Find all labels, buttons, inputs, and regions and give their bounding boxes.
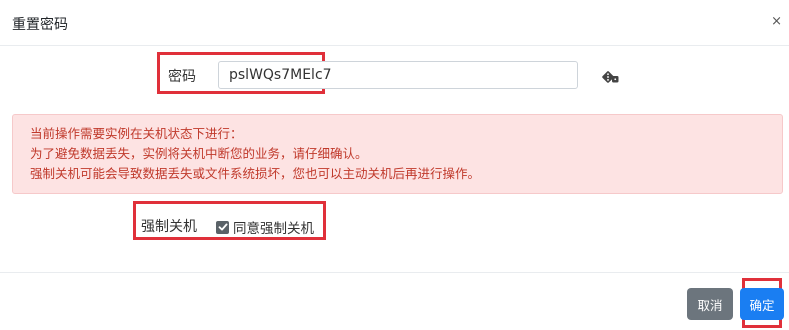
alert-line: 为了避免数据丢失，实例将关机中断您的业务，请仔细确认。 — [30, 146, 368, 161]
cancel-button[interactable]: 取消 — [687, 288, 733, 320]
password-input[interactable] — [218, 61, 578, 89]
close-icon[interactable]: × — [771, 14, 782, 29]
force-shutdown-checkbox[interactable]: 同意强制关机 — [216, 217, 314, 237]
dialog-header: 重置密码 × — [0, 0, 789, 46]
force-shutdown-label: 强制关机 — [141, 219, 197, 235]
alert-line: 当前操作需要实例在关机状态下进行： — [30, 126, 243, 141]
checkbox-checked-icon[interactable] — [216, 220, 229, 234]
reset-password-dialog: 重置密码 × 密码 当前操作需要实例在关机状态下进行： 为了避免数据丢失，实例将… — [0, 0, 789, 330]
alert-line: 强制关机可能会导致数据丢失或文件系统损坏，您也可以主动关机后再进行操作。 — [30, 166, 481, 181]
dice-icon[interactable] — [602, 69, 620, 85]
force-shutdown-checkbox-label: 同意强制关机 — [233, 221, 314, 237]
warning-alert: 当前操作需要实例在关机状态下进行： 为了避免数据丢失，实例将关机中断您的业务，请… — [12, 114, 783, 194]
password-label: 密码 — [168, 69, 196, 85]
ok-button[interactable]: 确定 — [740, 288, 784, 320]
dialog-title: 重置密码 — [12, 17, 68, 33]
footer-divider — [0, 272, 789, 273]
